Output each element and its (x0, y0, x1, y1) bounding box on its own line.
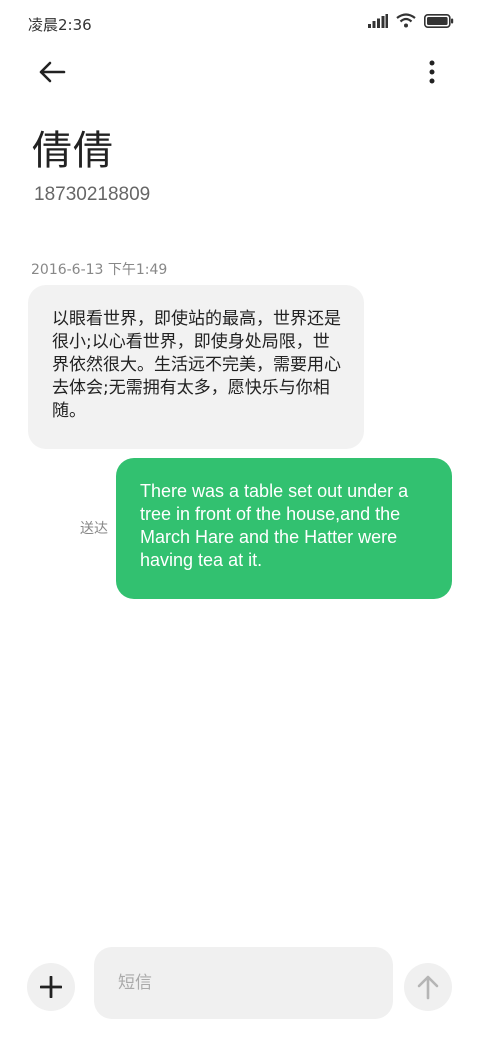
more-options-button[interactable] (418, 52, 446, 92)
incoming-message-bubble[interactable]: 以眼看世界，即使站的最高，世界还是很小;以心看世界，即使身处局限，世界依然很大。… (28, 285, 364, 449)
status-icons (368, 12, 454, 32)
outgoing-message-bubble[interactable]: There was a table set out under a tree i… (116, 458, 452, 599)
contact-number[interactable]: 18730218809 (34, 184, 150, 206)
send-button[interactable] (404, 963, 452, 1011)
status-time: 凌晨2:36 (28, 16, 92, 34)
wifi-icon (396, 12, 416, 32)
send-arrow-icon (417, 975, 439, 1000)
add-attachment-button[interactable] (27, 963, 75, 1011)
battery-icon (424, 13, 454, 32)
status-bar: 凌晨2:36 (0, 0, 480, 46)
message-input[interactable] (94, 947, 393, 1019)
back-button[interactable] (30, 52, 74, 92)
contact-name: 倩倩 (32, 128, 114, 174)
back-arrow-icon (39, 61, 66, 83)
signal-icon (368, 13, 388, 32)
top-app-bar (0, 46, 480, 94)
more-vertical-icon (429, 60, 435, 84)
plus-icon (40, 976, 62, 998)
delivery-status: 送达 (80, 521, 108, 537)
message-composer (0, 945, 480, 1025)
message-timestamp: 2016-6-13 下午1:49 (31, 262, 168, 278)
